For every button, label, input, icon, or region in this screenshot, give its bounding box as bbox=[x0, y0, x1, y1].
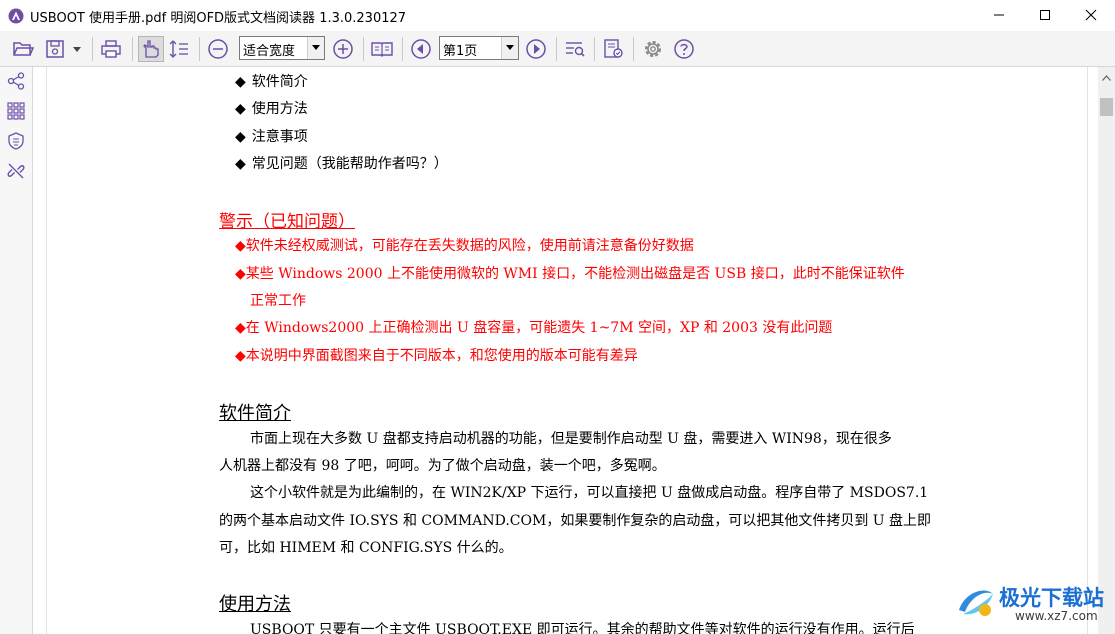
warning-item-continued: 正常工作 bbox=[250, 293, 306, 309]
minimize-icon bbox=[993, 6, 1005, 25]
save-dropdown[interactable] bbox=[68, 36, 86, 62]
bullet-icon: ◆ bbox=[235, 156, 246, 172]
minimize-button[interactable] bbox=[976, 0, 1022, 31]
warning-heading: 警示（已知问题） bbox=[219, 212, 355, 232]
hand-tool-icon bbox=[141, 39, 161, 59]
next-page-button[interactable] bbox=[523, 36, 549, 62]
window-title: USBOOT 使用手册.pdf 明阅OFD版式文档阅读器 1.3.0.23012… bbox=[30, 11, 407, 26]
bullet-icon: ◆ bbox=[235, 266, 246, 282]
settings-button[interactable] bbox=[640, 36, 666, 62]
warning-item: ◆某些 Windows 2000 上不能使用微软的 WMI 接口，不能检测出磁盘… bbox=[235, 266, 905, 282]
thumbnails-button[interactable] bbox=[6, 102, 26, 124]
hand-tool-button[interactable] bbox=[138, 36, 164, 62]
link-button[interactable] bbox=[6, 163, 26, 183]
prev-page-icon bbox=[410, 38, 432, 60]
app-logo-icon bbox=[8, 8, 24, 24]
search-icon bbox=[564, 39, 586, 59]
bullet-icon: ◆ bbox=[235, 348, 246, 364]
toolbar-separator bbox=[402, 37, 403, 61]
bullet-icon: ◆ bbox=[235, 74, 246, 90]
warning-item: ◆本说明中界面截图来自于不同版本，和您使用的版本可能有差异 bbox=[235, 348, 638, 364]
chevron-up-icon bbox=[1102, 66, 1111, 85]
text-select-icon bbox=[168, 39, 190, 59]
bullet-icon: ◆ bbox=[235, 320, 246, 336]
print-icon bbox=[100, 39, 122, 59]
title-bar: USBOOT 使用手册.pdf 明阅OFD版式文档阅读器 1.3.0.23012… bbox=[0, 0, 1115, 31]
close-icon bbox=[1085, 6, 1097, 25]
zoom-out-icon bbox=[207, 38, 229, 60]
page-value: 第1页 bbox=[443, 44, 478, 59]
bullet-icon: ◆ bbox=[235, 238, 246, 254]
search-button[interactable] bbox=[562, 36, 588, 62]
print-button[interactable] bbox=[98, 36, 124, 62]
text-select-button[interactable] bbox=[166, 36, 192, 62]
page-select[interactable]: 第1页 bbox=[439, 36, 519, 60]
chevron-down-icon bbox=[307, 37, 324, 59]
zoom-out-button[interactable] bbox=[205, 36, 231, 62]
zoom-in-button[interactable] bbox=[330, 36, 356, 62]
save-icon bbox=[45, 39, 65, 59]
watermark-text: 极光下载站 bbox=[999, 586, 1104, 610]
save-button[interactable] bbox=[42, 36, 68, 62]
paragraph-line: 这个小软件就是为此编制的，在 WIN2K/XP 下运行，可以直接把 U 盘做成启… bbox=[250, 485, 929, 501]
toolbar-separator bbox=[594, 37, 595, 61]
side-panel bbox=[0, 67, 33, 634]
share-button[interactable] bbox=[6, 72, 26, 94]
section-heading-usage: 使用方法 bbox=[219, 594, 291, 615]
share-icon bbox=[7, 72, 25, 94]
paragraph-line: 人机器上都没有 98 了吧，呵呵。为了做个启动盘，装一个吧，多冤啊。 bbox=[219, 458, 666, 474]
paragraph-line: 可，比如 HIMEM 和 CONFIG.SYS 什么的。 bbox=[219, 540, 513, 556]
toc-item: ◆ 软件简介 bbox=[235, 74, 308, 90]
zoom-in-icon bbox=[332, 38, 354, 60]
certificate-panel-button[interactable] bbox=[6, 132, 26, 154]
toc-item: ◆ 注意事项 bbox=[235, 129, 308, 145]
section-heading-intro: 软件简介 bbox=[219, 403, 291, 424]
toc-item: ◆ 常见问题（我能帮助作者吗？） bbox=[235, 156, 448, 172]
warning-item: ◆软件未经权威测试，可能存在丢失数据的风险，使用前请注意备份好数据 bbox=[235, 238, 694, 254]
toc-item: ◆ 使用方法 bbox=[235, 101, 308, 117]
certificate-icon bbox=[7, 132, 25, 154]
warning-item: ◆在 Windows2000 上正确检测出 U 盘容量，可能遗失 1~7M 空间… bbox=[235, 320, 833, 336]
paragraph-line: 的两个基本启动文件 IO.SYS 和 COMMAND.COM，如果要制作复杂的启… bbox=[219, 513, 932, 529]
watermark-url: www.xz7.com bbox=[1015, 609, 1098, 623]
thumbnails-icon bbox=[7, 102, 25, 124]
toolbar-separator bbox=[363, 37, 364, 61]
open-folder-icon bbox=[12, 39, 34, 59]
toolbar-separator bbox=[92, 37, 93, 61]
maximize-icon bbox=[1039, 6, 1051, 25]
bullet-icon: ◆ bbox=[235, 101, 246, 117]
toolbar-separator bbox=[633, 37, 634, 61]
chevron-down-icon bbox=[501, 37, 518, 59]
next-page-icon bbox=[525, 38, 547, 60]
scroll-up-button[interactable] bbox=[1098, 67, 1115, 84]
zoom-select[interactable]: 适合宽度 bbox=[239, 36, 325, 60]
paragraph-line: 市面上现在大多数 U 盘都支持启动机器的功能，但是要制作启动型 U 盘，需要进入… bbox=[250, 431, 892, 447]
toolbar-separator bbox=[199, 37, 200, 61]
book-view-button[interactable] bbox=[369, 36, 395, 62]
settings-icon bbox=[642, 38, 664, 60]
scroll-thumb[interactable] bbox=[1100, 98, 1113, 116]
document-page: ◆ 软件简介 ◆ 使用方法 ◆ 注意事项 ◆ 常见问题（我能帮助作者吗？） 警示（已知问… bbox=[46, 67, 1088, 634]
dropdown-arrow-icon bbox=[72, 45, 82, 53]
watermark-logo-icon bbox=[955, 580, 997, 626]
paragraph-line: USBOOT 只要有一个主文件 USBOOT.EXE 即可运行。其余的帮助文件等… bbox=[250, 622, 915, 634]
toolbar-separator bbox=[132, 37, 133, 61]
zoom-value: 适合宽度 bbox=[243, 44, 296, 59]
help-button[interactable] bbox=[671, 36, 697, 62]
book-view-icon bbox=[371, 40, 393, 58]
bullet-icon: ◆ bbox=[235, 129, 246, 145]
open-button[interactable] bbox=[10, 36, 36, 62]
link-icon bbox=[7, 162, 25, 184]
toolbar-separator bbox=[556, 37, 557, 61]
close-button[interactable] bbox=[1068, 0, 1114, 31]
help-icon bbox=[673, 38, 695, 60]
certificate-icon bbox=[602, 38, 624, 60]
document-view[interactable]: ◆ 软件简介 ◆ 使用方法 ◆ 注意事项 ◆ 常见问题（我能帮助作者吗？） 警示（已知问… bbox=[33, 67, 1098, 634]
maximize-button[interactable] bbox=[1022, 0, 1068, 31]
vertical-scrollbar[interactable] bbox=[1098, 67, 1115, 634]
prev-page-button[interactable] bbox=[408, 36, 434, 62]
watermark: 极光下载站 www.xz7.com bbox=[955, 578, 1115, 628]
toolbar: 适合宽度 第1页 bbox=[0, 31, 1115, 67]
certificate-button[interactable] bbox=[600, 36, 626, 62]
